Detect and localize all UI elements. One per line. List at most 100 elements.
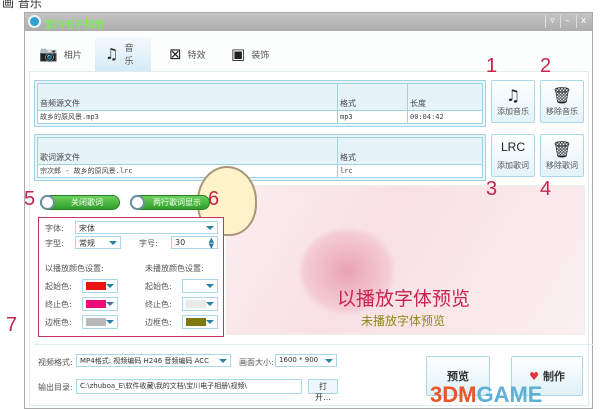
button-label: 移除音乐 <box>546 107 578 116</box>
annotation-1: 1 <box>486 55 498 77</box>
cell-format: mp3 <box>337 110 408 124</box>
annotation-7: 7 <box>6 314 18 336</box>
lrc-icon: LRC <box>500 140 525 154</box>
col-header: 长度 <box>407 83 483 111</box>
camera-icon: 📷 <box>39 45 58 63</box>
col-header: 格式 <box>337 83 408 111</box>
color-swatch <box>186 318 206 326</box>
played-border-color-picker[interactable] <box>82 315 118 329</box>
unplayed-color-title: 未播放颜色设置: <box>145 264 204 273</box>
start-color-label: 起始色: <box>145 282 172 291</box>
cell-format: lrc <box>337 164 483 178</box>
col-header: 格式 <box>337 137 483 165</box>
annotation-2: 2 <box>540 55 552 77</box>
toggle-knob <box>130 195 145 210</box>
cell-file: 故乡的原风景.mp3 <box>37 110 338 124</box>
title-bar: 宝川电子相册 ▿ – x <box>25 13 592 31</box>
table-row[interactable]: 宗次郎 - 故乡的原风景.lrc lrc <box>37 164 483 178</box>
window-title: 宝川电子相册 <box>44 20 104 31</box>
chevron-down-icon <box>109 241 117 245</box>
size-label: 画面大小: <box>239 358 274 367</box>
audio-table[interactable]: 音频源文件 格式 长度 故乡的原风景.mp3 mp3 00:04:42 <box>34 80 486 127</box>
style-label: 字型: <box>45 239 64 248</box>
add-music-icon: ♫ <box>505 86 521 105</box>
heart-icon: ♥ <box>529 369 539 383</box>
played-preview-text: 以播放字体预览 <box>337 288 471 310</box>
menu-button[interactable]: ▿ <box>545 15 559 28</box>
cell-file: 宗次郎 - 故乡的原风景.lrc <box>37 164 338 178</box>
picture-icon: ▣ <box>231 45 246 63</box>
remove-music-button[interactable]: 🗑 移除音乐 <box>540 80 584 123</box>
watermark: 3DMGAME <box>430 382 542 408</box>
chevron-down-icon <box>206 302 214 306</box>
end-color-label: 终止色: <box>145 300 172 309</box>
font-value: 宋体 <box>79 224 95 233</box>
page-heading-fragment: 画 音乐 <box>2 0 42 10</box>
font-label: 字体: <box>45 224 64 233</box>
add-lyrics-button[interactable]: LRC 添加歌词 <box>491 134 535 177</box>
unplayed-preview-text: 未播放字体预览 <box>361 314 446 328</box>
annotation-4: 4 <box>540 178 552 200</box>
unplayed-end-color-picker[interactable] <box>182 297 218 311</box>
tab-label: 装饰 <box>251 50 270 61</box>
close-lyrics-toggle[interactable]: 关闭歌词 <box>40 195 120 210</box>
tab-photos[interactable]: 📷 相片 <box>29 37 92 71</box>
frame-size-value: 1600 * 900 <box>279 356 319 364</box>
format-label: 视频格式: <box>38 358 73 367</box>
watermark-part: 3DM <box>430 382 477 407</box>
open-folder-button[interactable]: 打开… <box>308 379 338 402</box>
annotation-3: 3 <box>486 178 498 200</box>
output-dir-input[interactable]: C:\zhuboa_E\软件收藏\我的文档\宝川电子相册\视频\ <box>76 379 302 394</box>
music-icon: ♫ <box>105 45 119 63</box>
tab-effects[interactable]: ⊠ 特效 <box>159 37 216 71</box>
close-button[interactable]: x <box>576 15 590 28</box>
add-music-button[interactable]: ♫ 添加音乐 <box>491 80 535 123</box>
minimize-button[interactable]: – <box>560 15 574 28</box>
table-row[interactable]: 故乡的原风景.mp3 mp3 00:04:42 <box>37 110 483 124</box>
played-end-color-picker[interactable] <box>82 297 118 311</box>
music-panel: 音频源文件 格式 长度 故乡的原风景.mp3 mp3 00:04:42 歌词源文件 格式 … <box>29 71 594 406</box>
col-header: 歌词源文件 <box>37 137 338 165</box>
style-select[interactable]: 常规 <box>75 236 121 249</box>
color-swatch <box>86 300 106 308</box>
trash-icon: 🗑 <box>551 140 573 159</box>
toggle-label: 两行歌词显示 <box>153 198 201 207</box>
two-line-lyrics-toggle[interactable]: 两行歌词显示 <box>130 195 210 210</box>
cell-length: 00:04:42 <box>407 110 483 124</box>
format-value: MP4格式: 视频编码 H246 音频编码 ACC <box>80 357 210 365</box>
button-label: 添加歌词 <box>497 161 529 170</box>
annotation-5: 5 <box>24 188 36 210</box>
color-swatch <box>186 300 206 308</box>
tab-decorations[interactable]: ▣ 装饰 <box>221 37 279 71</box>
col-header: 音频源文件 <box>37 83 338 111</box>
chevron-down-icon <box>325 359 333 363</box>
chevron-down-icon <box>206 320 214 324</box>
chevron-down-icon <box>106 302 114 306</box>
annotation-6: 6 <box>208 188 220 210</box>
remove-lyrics-button[interactable]: 🗑 移除歌词 <box>540 134 584 177</box>
size-value: 30 <box>175 238 186 247</box>
end-color-label: 终止色: <box>45 300 72 309</box>
lyrics-preview: 以播放字体预览 未播放字体预览 <box>197 166 585 335</box>
font-settings-box: 字体: 宋体 字型: 常规 字号: 30 ▲ ▼ 以播放颜色设置: 未播放颜色设置:… <box>38 217 224 337</box>
unplayed-start-color-picker[interactable] <box>182 279 218 293</box>
played-start-color-picker[interactable] <box>82 279 118 293</box>
chevron-down-icon <box>106 284 114 288</box>
tab-music[interactable]: ♫ 音乐 <box>95 37 151 71</box>
frame-size-select[interactable]: 1600 * 900 <box>275 354 337 367</box>
unplayed-border-color-picker[interactable] <box>182 315 218 329</box>
video-format-select[interactable]: MP4格式: 视频编码 H246 音频编码 ACC <box>76 354 231 367</box>
style-value: 常规 <box>79 239 95 248</box>
chevron-down-icon <box>206 226 214 230</box>
lyrics-table[interactable]: 歌词源文件 格式 宗次郎 - 故乡的原风景.lrc lrc <box>34 134 486 181</box>
size-stepper[interactable]: 30 ▲ ▼ <box>171 236 218 250</box>
dir-label: 输出目录: <box>38 383 73 392</box>
button-label: 制作 <box>542 370 565 383</box>
border-color-label: 边框色: <box>145 318 172 327</box>
stepper-arrows-icon: ▲ ▼ <box>208 236 214 250</box>
font-select[interactable]: 宋体 <box>75 221 218 234</box>
color-swatch <box>86 318 106 326</box>
tab-label: 特效 <box>187 50 206 61</box>
effects-icon: ⊠ <box>169 45 182 63</box>
start-color-label: 起始色: <box>45 282 72 291</box>
